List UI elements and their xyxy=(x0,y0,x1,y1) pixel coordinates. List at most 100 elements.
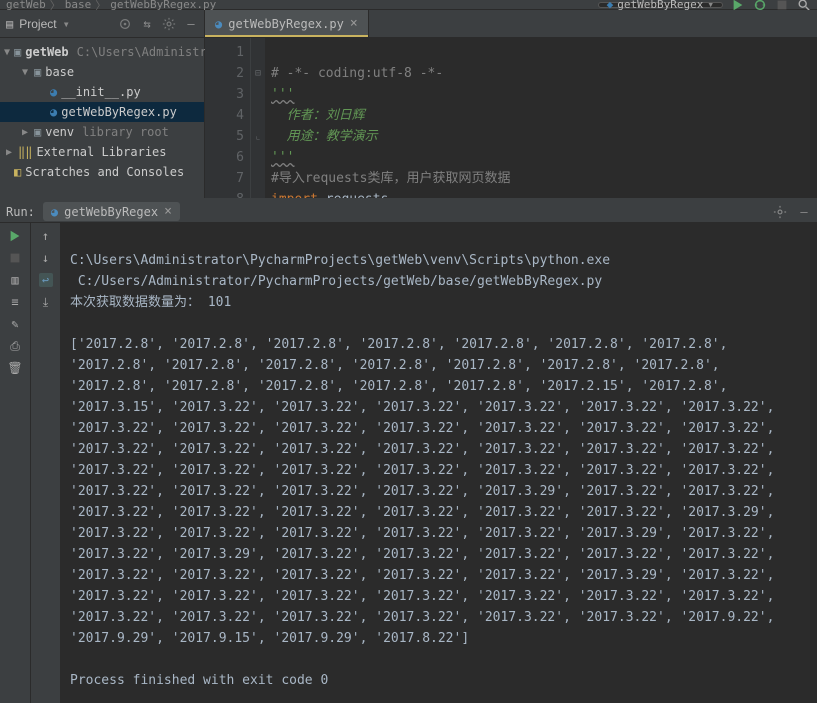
python-icon: ◕ xyxy=(215,17,222,31)
console-value: 101 xyxy=(208,295,231,310)
tree-file-regex[interactable]: ◕ getWebByRegex.py xyxy=(0,102,204,122)
tree-hint: library root xyxy=(82,125,169,139)
console-list: ['2017.2.8', '2017.2.8', '2017.2.8', '20… xyxy=(70,337,782,646)
target-icon[interactable] xyxy=(118,17,132,31)
code-line: 作者：刘日辉 xyxy=(271,108,365,123)
print-icon[interactable]: ⎙ xyxy=(8,339,22,353)
tree-label: __init__.py xyxy=(61,85,140,99)
tree-label: venv xyxy=(45,125,74,139)
fold-end-icon[interactable]: ⌞ xyxy=(251,126,265,147)
line-number: 4 xyxy=(205,105,244,126)
line-number: 8 xyxy=(205,189,244,198)
run-console[interactable]: C:\Users\Administrator\PycharmProjects\g… xyxy=(60,223,817,703)
code-line: #导入requests类库，用户获取网页数据 xyxy=(271,171,510,186)
console-line: C:\Users\Administrator\PycharmProjects\g… xyxy=(70,253,610,268)
gear-icon[interactable] xyxy=(162,17,176,31)
chevron-down-icon: ▼ xyxy=(20,67,30,78)
project-icon: ▤ xyxy=(6,17,13,31)
tree-label: getWeb xyxy=(25,45,68,59)
run-tab[interactable]: ◕ getWebByRegex × xyxy=(43,202,180,221)
code-area[interactable]: # -*- coding:utf-8 -*- ''' 作者：刘日辉 用途：教学演… xyxy=(265,38,817,198)
rerun-icon[interactable] xyxy=(8,229,22,243)
folder-icon: ▣ xyxy=(34,65,41,79)
main-split: ▼ ▣ getWeb C:\Users\Administrator ▼ ▣ ba… xyxy=(0,38,817,201)
folder-icon: ▣ xyxy=(14,45,21,59)
project-tree[interactable]: ▼ ▣ getWeb C:\Users\Administrator ▼ ▣ ba… xyxy=(0,38,205,198)
tab-label: getWebByRegex.py xyxy=(228,17,344,31)
layout-icon[interactable]: ▥ xyxy=(8,273,22,287)
console-blank xyxy=(70,316,78,331)
hide-icon[interactable]: — xyxy=(184,17,198,31)
up-icon[interactable]: ↑ xyxy=(39,229,53,243)
run-toolwindow-header[interactable]: Run: ◕ getWebByRegex × — xyxy=(0,201,817,223)
tree-label: base xyxy=(45,65,74,79)
library-icon: ‖‖ xyxy=(18,145,32,159)
tree-root[interactable]: ▼ ▣ getWeb C:\Users\Administrator xyxy=(0,42,204,62)
tree-folder-base[interactable]: ▼ ▣ base xyxy=(0,62,204,82)
run-toolwindow: ▥ ≡ ✎ ⎙ 🗑 ↑ ↓ ↩ ⤓ C:\Users\Administrator… xyxy=(0,223,817,703)
pin-icon[interactable]: ✎ xyxy=(8,317,22,331)
tree-label: External Libraries xyxy=(36,145,166,159)
collapse-icon[interactable]: ⇆ xyxy=(140,17,154,31)
console-line: C:/Users/Administrator/PycharmProjects/g… xyxy=(70,274,602,289)
python-icon: ◕ xyxy=(51,205,58,219)
toolbar: ▤ Project ▾ ⇆ — ◕ getWebByRegex.py × xyxy=(0,10,817,38)
run-label: Run: xyxy=(6,205,35,219)
run-tab-label: getWebByRegex xyxy=(64,205,158,219)
editor[interactable]: 1 2 3 4 5 6 7 8 ⊟ ⌞ # -*- coding:utf-8 -… xyxy=(205,38,817,198)
tree-external-libs[interactable]: ▶ ‖‖ External Libraries xyxy=(0,142,204,162)
scratch-icon: ◧ xyxy=(14,165,21,179)
code-line: 用途：教学演示 xyxy=(271,129,378,144)
code-line: ''' xyxy=(271,87,294,102)
tree-file-init[interactable]: ◕ __init__.py xyxy=(0,82,204,102)
console-blank xyxy=(70,652,78,667)
chevron-right-icon: ▶ xyxy=(20,127,30,138)
filter-icon[interactable]: ≡ xyxy=(8,295,22,309)
close-icon[interactable]: × xyxy=(350,16,358,31)
softwrap-icon[interactable]: ↩ xyxy=(39,273,53,287)
close-icon[interactable]: × xyxy=(164,204,172,219)
scroll-end-icon[interactable]: ⤓ xyxy=(39,295,53,309)
editor-tabs: ◕ getWebByRegex.py × xyxy=(205,10,369,37)
console-text: 本次获取数据数量为： xyxy=(70,295,208,310)
line-number: 3 xyxy=(205,84,244,105)
chevron-right-icon: ▶ xyxy=(4,147,14,158)
line-gutter: 1 2 3 4 5 6 7 8 xyxy=(205,38,251,198)
trash-icon[interactable]: 🗑 xyxy=(8,361,22,375)
breadcrumb: getWeb 〉 base 〉 getWebByRegex.py ◆ getWe… xyxy=(0,0,817,10)
project-toolwindow-header[interactable]: ▤ Project ▾ ⇆ — xyxy=(0,10,205,37)
tree-scratches[interactable]: ◧ Scratches and Consoles xyxy=(0,162,204,182)
run-left-gutter-2: ↑ ↓ ↩ ⤓ xyxy=(30,223,60,703)
tab-getwebbyregex[interactable]: ◕ getWebByRegex.py × xyxy=(205,10,369,37)
tree-label: getWebByRegex.py xyxy=(61,105,177,119)
keyword: import xyxy=(271,192,318,198)
run-left-gutter: ▥ ≡ ✎ ⎙ 🗑 xyxy=(0,223,30,703)
code-line: # -*- coding:utf-8 -*- xyxy=(271,66,443,81)
tab-underline xyxy=(205,35,368,37)
line-number: 1 xyxy=(205,42,244,63)
code-line: import requests xyxy=(271,192,388,198)
project-label: Project xyxy=(19,17,56,31)
fold-gutter[interactable]: ⊟ ⌞ xyxy=(251,38,265,198)
code-line: ''' xyxy=(271,150,294,165)
hide-icon[interactable]: — xyxy=(797,205,811,219)
line-number: 7 xyxy=(205,168,244,189)
tree-folder-venv[interactable]: ▶ ▣ venv library root xyxy=(0,122,204,142)
gear-icon[interactable] xyxy=(773,205,787,219)
chevron-down-icon: ▾ xyxy=(63,17,70,31)
python-file-icon: ◕ xyxy=(50,105,57,119)
stop-icon xyxy=(8,251,22,265)
python-file-icon: ◕ xyxy=(50,85,57,99)
run-config-selector[interactable]: ◆ getWebByRegex ▾ xyxy=(598,2,723,8)
down-icon[interactable]: ↓ xyxy=(39,251,53,265)
tree-label: Scratches and Consoles xyxy=(25,165,184,179)
identifier: requests xyxy=(318,192,388,198)
console-exit: Process finished with exit code 0 xyxy=(70,673,328,688)
line-number: 2 xyxy=(205,63,244,84)
line-number: 5 xyxy=(205,126,244,147)
chevron-down-icon: ▼ xyxy=(4,47,10,58)
line-number: 6 xyxy=(205,147,244,168)
folder-icon: ▣ xyxy=(34,125,41,139)
console-line: 本次获取数据数量为： 101 xyxy=(70,295,231,310)
fold-start-icon[interactable]: ⊟ xyxy=(251,63,265,84)
